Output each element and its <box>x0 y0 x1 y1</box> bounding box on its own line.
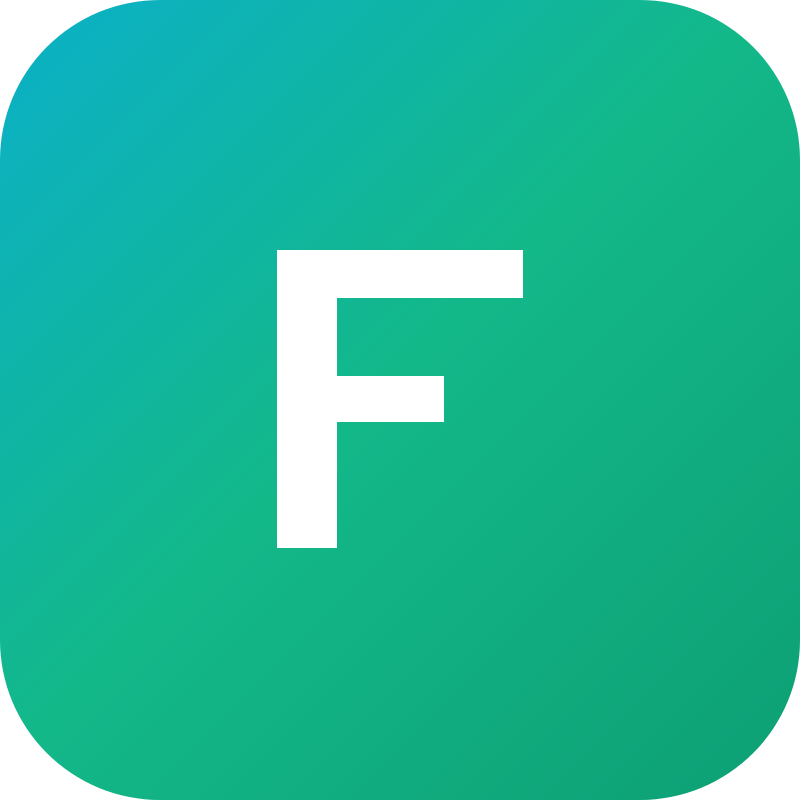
letter-f-glyph <box>277 250 523 548</box>
app-icon[interactable]: F <box>0 0 800 800</box>
f-top-bar <box>277 250 523 298</box>
f-middle-bar <box>277 376 444 422</box>
